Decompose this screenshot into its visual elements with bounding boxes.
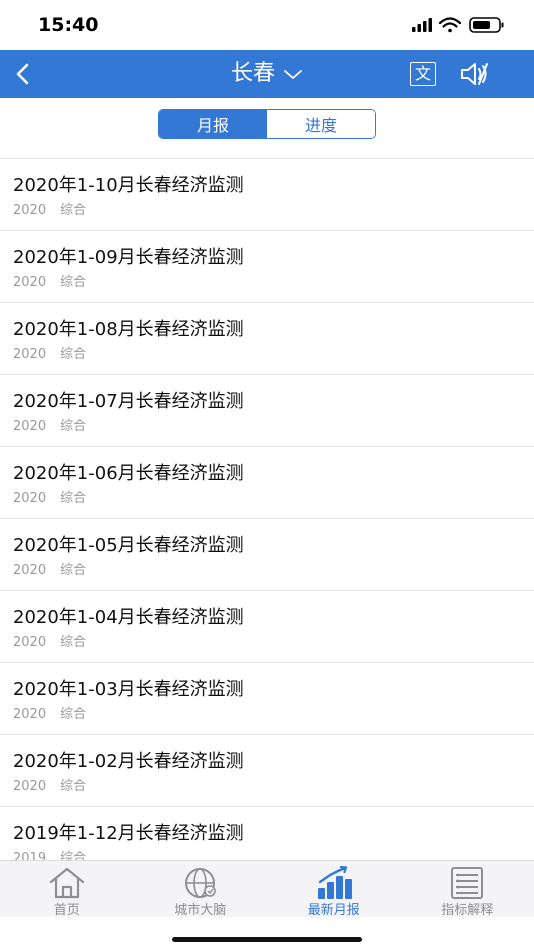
report-year: 2020 xyxy=(13,707,47,722)
report-meta: 2020 综合 xyxy=(13,487,86,506)
report-title: 2020年1-06月长春经济监测 xyxy=(13,463,244,484)
report-meta: 2020 综合 xyxy=(13,271,86,290)
tab-latest-monthly-label: 最新月报 xyxy=(307,903,360,918)
nav-title-area: 长春 xyxy=(0,60,534,88)
tab-city-brain-label: 城市大脑 xyxy=(174,903,227,918)
report-title: 2020年1-07月长春经济监测 xyxy=(13,391,244,412)
report-title: 2019年1-12月长春经济监测 xyxy=(13,823,244,844)
text-mode-button[interactable]: 文 xyxy=(410,62,436,86)
report-meta: 2020 综合 xyxy=(13,199,86,218)
list-item[interactable]: 2020年1-07月长春经济监测 2020 综合 xyxy=(0,375,534,447)
list-item[interactable]: 2020年1-06月长春经济监测 2020 综合 xyxy=(0,447,534,519)
report-title: 2020年1-02月长春经济监测 xyxy=(13,751,244,772)
report-meta: 2020 综合 xyxy=(13,415,86,434)
report-meta: 2020 综合 xyxy=(13,631,86,650)
list-item[interactable]: 2020年1-09月长春经济监测 2020 综合 xyxy=(0,231,534,303)
list-item[interactable]: 2020年1-04月长春经济监测 2020 综合 xyxy=(0,591,534,663)
report-year: 2020 xyxy=(13,347,47,362)
report-title: 2020年1-05月长春经济监测 xyxy=(13,535,244,556)
speaker-muted-icon[interactable] xyxy=(458,60,492,88)
report-meta: 2020 综合 xyxy=(13,559,86,578)
battery-icon xyxy=(469,17,504,33)
list-document-icon xyxy=(451,867,484,899)
report-year: 2020 xyxy=(13,275,47,290)
report-title: 2020年1-09月长春经济监测 xyxy=(13,247,244,268)
list-item[interactable]: 2020年1-03月长春经济监测 2020 综合 xyxy=(0,663,534,735)
tab-indicator-explain-label: 指标解释 xyxy=(441,903,494,918)
report-category: 综合 xyxy=(60,275,87,290)
home-icon xyxy=(49,867,84,899)
status-time: 15:40 xyxy=(38,14,99,36)
wifi-icon xyxy=(438,17,462,33)
tab-latest-monthly[interactable]: 最新月报 xyxy=(267,861,401,918)
tab-home-label: 首页 xyxy=(53,903,80,918)
report-meta: 2020 综合 xyxy=(13,775,86,794)
list-item[interactable]: 2019年1-12月长春经济监测 2019 综合 xyxy=(0,807,534,861)
report-category: 综合 xyxy=(60,635,87,650)
home-indicator-area xyxy=(0,917,534,950)
report-year: 2020 xyxy=(13,779,47,794)
segmented-control: 月报 进度 xyxy=(158,109,376,139)
status-bar: 15:40 xyxy=(0,0,534,50)
report-category: 综合 xyxy=(60,779,87,794)
chevron-down-icon xyxy=(284,70,302,79)
list-item[interactable]: 2020年1-05月长春经济监测 2020 综合 xyxy=(0,519,534,591)
signal-icon xyxy=(412,18,432,32)
report-year: 2020 xyxy=(13,203,47,218)
tab-progress[interactable]: 进度 xyxy=(267,110,375,138)
list-item[interactable]: 2020年1-02月长春经济监测 2020 综合 xyxy=(0,735,534,807)
report-category: 综合 xyxy=(60,347,87,362)
tab-home[interactable]: 首页 xyxy=(0,861,134,918)
globe-icon xyxy=(185,868,217,898)
report-category: 综合 xyxy=(60,491,87,506)
report-title: 2020年1-08月长春经济监测 xyxy=(13,319,244,340)
report-meta: 2020 综合 xyxy=(13,343,86,362)
report-year: 2020 xyxy=(13,491,47,506)
report-year: 2020 xyxy=(13,635,47,650)
status-icons xyxy=(412,17,504,33)
tab-city-brain[interactable]: 城市大脑 xyxy=(134,861,268,918)
report-meta: 2019 综合 xyxy=(13,847,86,861)
list-item[interactable]: 2020年1-10月长春经济监测 2020 综合 xyxy=(0,159,534,231)
report-category: 综合 xyxy=(60,707,87,722)
tab-monthly-report[interactable]: 月报 xyxy=(159,110,267,138)
report-category: 综合 xyxy=(60,203,87,218)
nav-bar: 长春 文 xyxy=(0,50,534,98)
report-title: 2020年1-03月长春经济监测 xyxy=(13,679,244,700)
report-list: 2020年1-10月长春经济监测 2020 综合 2020年1-09月长春经济监测… xyxy=(0,158,534,861)
page-title: 长春 xyxy=(230,61,275,86)
report-title: 2020年1-04月长春经济监测 xyxy=(13,607,244,628)
city-selector[interactable]: 长春 xyxy=(231,60,303,88)
list-item[interactable]: 2020年1-08月长春经济监测 2020 综合 xyxy=(0,303,534,375)
report-category: 综合 xyxy=(60,563,87,578)
report-title: 2020年1-10月长春经济监测 xyxy=(13,175,244,196)
back-arrow-icon[interactable] xyxy=(8,58,40,90)
tab-indicator-explain[interactable]: 指标解释 xyxy=(401,861,534,918)
report-year: 2020 xyxy=(13,419,47,434)
report-year: 2020 xyxy=(13,563,47,578)
bar-chart-icon xyxy=(317,866,352,899)
report-category: 综合 xyxy=(60,419,87,434)
report-meta: 2020 综合 xyxy=(13,703,86,722)
home-indicator[interactable] xyxy=(172,937,362,942)
bottom-tab-bar: 首页 城市大脑 最新月报 指标解释 xyxy=(0,860,534,918)
